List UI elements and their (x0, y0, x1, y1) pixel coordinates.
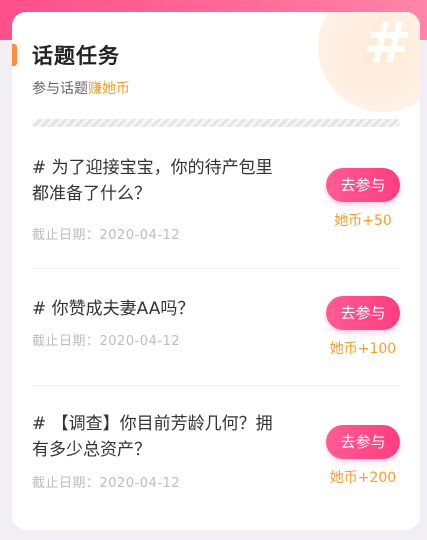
page-subtitle: 参与话题赚她币 (32, 78, 130, 98)
hatched-divider (32, 119, 400, 127)
title-accent-bar (12, 44, 17, 66)
topic-item[interactable]: # 你赞成夫妻AA吗？ 截止日期：2020-04-12 去参与 她币+100 (32, 296, 400, 376)
hash-icon: # (363, 12, 412, 77)
join-button[interactable]: 去参与 (326, 296, 400, 330)
join-button[interactable]: 去参与 (326, 425, 400, 459)
reward-label: 她币+200 (329, 470, 397, 486)
topic-title-line: # 为了迎接宝宝，你的待产包里 (32, 158, 273, 178)
topic-title-line: 有多少总资产？ (32, 440, 151, 460)
topic-item[interactable]: # 为了迎接宝宝，你的待产包里 都准备了什么？ 截止日期：2020-04-12 … (32, 155, 400, 255)
item-divider (32, 385, 400, 386)
topic-deadline: 截止日期：2020-04-12 (32, 228, 181, 243)
topic-title: # 为了迎接宝宝，你的待产包里 都准备了什么？ (32, 155, 302, 207)
item-divider (32, 268, 400, 269)
topic-item[interactable]: # 【调查】你目前芳龄几何？拥 有多少总资产？ 截止日期：2020-04-12 … (32, 411, 400, 511)
reward-label: 她币+50 (334, 213, 392, 229)
join-button[interactable]: 去参与 (326, 168, 400, 202)
topic-title-line: # 【调查】你目前芳龄几何？拥 (32, 414, 273, 434)
topic-deadline: 截止日期：2020-04-12 (32, 334, 181, 349)
topic-title-line: # 你赞成夫妻AA吗？ (32, 299, 195, 319)
topic-task-card: # 话题任务 参与话题赚她币 # 为了迎接宝宝，你的待产包里 都准备了什么？ 截… (12, 12, 420, 530)
subtitle-highlight: 赚她币 (88, 81, 130, 97)
topic-title: # 你赞成夫妻AA吗？ (32, 296, 302, 322)
page-title: 话题任务 (32, 44, 120, 68)
subtitle-text: 参与话题 (32, 81, 88, 97)
topic-deadline: 截止日期：2020-04-12 (32, 476, 181, 491)
reward-label: 她币+100 (329, 341, 397, 357)
topic-title-line: 都准备了什么？ (32, 184, 151, 204)
topic-title: # 【调查】你目前芳龄几何？拥 有多少总资产？ (32, 411, 302, 463)
